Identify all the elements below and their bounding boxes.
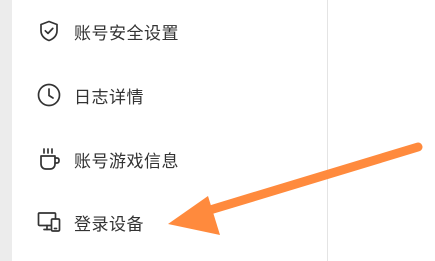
devices-icon <box>36 209 62 235</box>
sidebar-item-account-security[interactable]: 账号安全设置 <box>36 16 179 46</box>
sidebar-menu: 账号安全设置 日志详情 账号游戏信息 登录设备 <box>12 0 328 261</box>
shield-check-icon <box>36 18 62 44</box>
sidebar-item-log-details[interactable]: 日志详情 <box>36 80 144 110</box>
clock-icon <box>36 82 62 108</box>
sidebar-item-label: 日志详情 <box>74 87 144 108</box>
page: 账号安全设置 日志详情 账号游戏信息 登录设备 <box>0 0 435 261</box>
sidebar-item-label: 登录设备 <box>74 214 144 235</box>
sidebar-item-game-info[interactable]: 账号游戏信息 <box>36 144 179 174</box>
coffee-cup-icon <box>36 146 62 172</box>
sidebar-item-label: 账号安全设置 <box>74 23 179 44</box>
sidebar-item-label: 账号游戏信息 <box>74 151 179 172</box>
sidebar-item-login-devices[interactable]: 登录设备 <box>36 207 144 237</box>
left-edge-strip <box>0 0 12 261</box>
content-area <box>328 0 435 261</box>
